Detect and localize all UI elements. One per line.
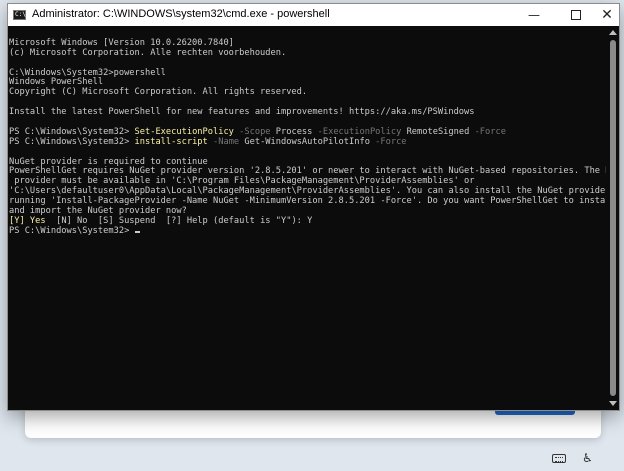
close-button[interactable]: ✕ [590,4,624,26]
cmd-icon: C:\ [13,10,26,20]
scroll-up-arrow-icon[interactable] [609,30,617,35]
prompt: PS C:\Windows\System32> [9,126,135,137]
parameter: -Scope [239,126,271,137]
console-line: (c) Microsoft Corporation. Alle rechten … [9,47,287,58]
scroll-thumb[interactable] [610,40,616,396]
choice-yes: [Y] Yes [9,215,46,226]
title-bar[interactable]: C:\ Administrator: C:\WINDOWS\system32\c… [8,4,619,26]
console-window: C:\ Administrator: C:\WINDOWS\system32\c… [7,3,620,411]
argument: RemoteSigned [406,126,470,137]
argument: Process [275,126,313,137]
parameter: -Name [213,136,240,147]
accessibility-icon[interactable]: ♿ [582,451,593,465]
cmdlet-name: install-script [134,136,208,147]
cmdlet-name: Set-ExecutionPolicy [134,126,234,137]
minimize-button[interactable]: — [517,4,551,26]
active-prompt-line[interactable]: PS C:\Windows\System32> [9,225,606,237]
command-line-2: PS C:\Windows\System32> install-script -… [9,136,606,148]
console-line: Copyright (C) Microsoft Corporation. All… [9,87,308,98]
parameter: -Force [375,136,407,147]
scroll-down-arrow-icon[interactable] [609,401,617,406]
prompt: PS C:\Windows\System32> [9,136,135,147]
window-title: Administrator: C:\WINDOWS\system32\cmd.e… [32,8,330,20]
console-line: Install the latest PowerShell for new fe… [9,107,475,118]
minimize-icon: — [528,8,540,22]
vertical-scrollbar[interactable] [607,26,619,410]
parameter: -Force [474,126,506,137]
parameter: -ExecutionPolicy [317,126,402,137]
maximize-button[interactable] [559,4,593,26]
text-cursor [134,230,140,233]
maximize-icon [571,10,581,20]
console-output[interactable]: Microsoft Windows [Version 10.0.26200.78… [8,26,606,410]
close-icon: ✕ [601,7,613,23]
prompt: PS C:\Windows\System32> [9,225,135,236]
keyboard-icon[interactable] [552,454,566,463]
choice-options: [N] No [S] Suspend [?] Help (default is … [45,215,313,226]
argument: Get-WindowsAutoPilotInfo [244,136,370,147]
